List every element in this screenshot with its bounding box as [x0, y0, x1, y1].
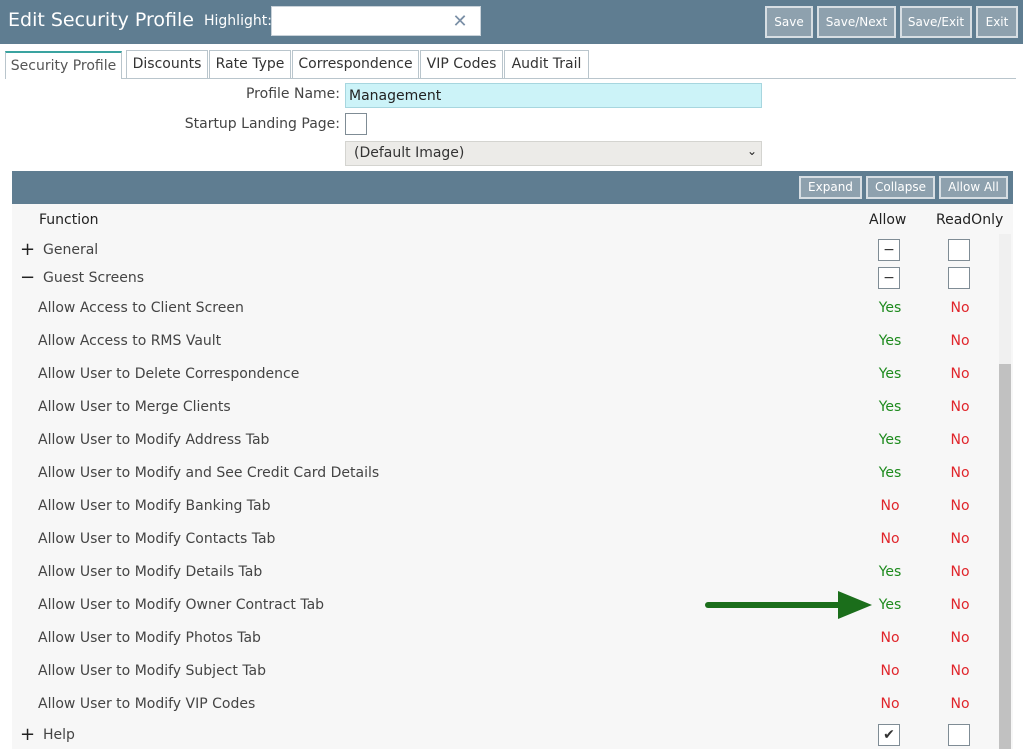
readonly-value[interactable]: No	[940, 590, 980, 620]
allow-value[interactable]: No	[870, 656, 910, 686]
table-row: Allow User to Modify Photos Tab No No	[12, 623, 1000, 653]
startup-landing-checkbox[interactable]	[345, 113, 367, 135]
allow-value[interactable]: Yes	[870, 359, 910, 389]
highlight-label: Highlight:	[204, 13, 272, 29]
table-row: Allow User to Modify VIP Codes No No	[12, 689, 1000, 719]
readonly-value[interactable]: No	[940, 392, 980, 422]
tab-vip-codes[interactable]: VIP Codes	[420, 50, 503, 78]
allow-value[interactable]: Yes	[870, 326, 910, 356]
group-label: Guest Screens	[43, 270, 144, 286]
tab-security-profile[interactable]: Security Profile	[5, 51, 122, 79]
readonly-value[interactable]: No	[940, 359, 980, 389]
col-header-readonly: ReadOnly	[936, 212, 1004, 228]
collapse-icon[interactable]: −	[20, 263, 35, 293]
group-row-guest-screens: − Guest Screens −	[12, 263, 1000, 293]
save-button[interactable]: Save	[765, 6, 813, 38]
col-header-function: Function	[39, 212, 99, 228]
permission-label: Allow User to Modify Address Tab	[38, 432, 270, 448]
readonly-checkbox[interactable]	[948, 724, 970, 746]
readonly-value[interactable]: No	[940, 623, 980, 653]
group-row-general: + General −	[12, 235, 1000, 265]
group-row-help: + Help ✔	[12, 720, 1000, 749]
collapse-button[interactable]: Collapse	[866, 176, 935, 199]
permission-label: Allow User to Modify VIP Codes	[38, 696, 256, 712]
permission-label: Allow User to Modify and See Credit Card…	[38, 465, 380, 481]
tab-correspondence[interactable]: Correspondence	[292, 50, 419, 78]
chevron-down-icon: ⌄	[746, 144, 757, 158]
table-row: Allow User to Modify Banking Tab No No	[12, 491, 1000, 521]
table-row: Allow User to Modify Subject Tab No No	[12, 656, 1000, 686]
allow-checkbox[interactable]: ✔	[878, 724, 900, 746]
permission-label: Allow User to Modify Photos Tab	[38, 630, 261, 646]
allow-value[interactable]: No	[870, 491, 910, 521]
readonly-value[interactable]: No	[940, 656, 980, 686]
allow-checkbox[interactable]: −	[878, 267, 900, 289]
readonly-value[interactable]: No	[940, 458, 980, 488]
allow-all-button[interactable]: Allow All	[939, 176, 1008, 199]
table-row: Allow User to Merge Clients Yes No	[12, 392, 1000, 422]
startup-landing-label: Startup Landing Page:	[184, 116, 340, 132]
col-header-allow: Allow	[869, 212, 907, 228]
title-bar: Edit Security Profile Highlight: ✕ Save …	[0, 0, 1023, 44]
profile-name-label: Profile Name:	[245, 86, 340, 102]
table-row: Allow User to Modify Address Tab Yes No	[12, 425, 1000, 455]
image-select-value: (Default Image)	[354, 145, 465, 161]
permission-label: Allow Access to Client Screen	[38, 300, 244, 316]
permission-label: Allow User to Modify Details Tab	[38, 564, 263, 580]
permission-label: Allow User to Delete Correspondence	[38, 366, 300, 382]
clear-icon[interactable]: ✕	[452, 13, 468, 31]
image-select[interactable]: (Default Image) ⌄	[345, 141, 762, 166]
permission-label: Allow User to Modify Banking Tab	[38, 498, 271, 514]
permission-label: Allow User to Modify Contacts Tab	[38, 531, 276, 547]
table-row: Allow Access to Client Screen Yes No	[12, 293, 1000, 323]
allow-value[interactable]: Yes	[870, 293, 910, 323]
save-exit-button[interactable]: Save/Exit	[900, 6, 972, 38]
table-row: Allow User to Modify Details Tab Yes No	[12, 557, 1000, 587]
readonly-checkbox[interactable]	[948, 239, 970, 261]
readonly-value[interactable]: No	[940, 491, 980, 521]
allow-checkbox[interactable]: −	[878, 239, 900, 261]
allow-value[interactable]: No	[870, 689, 910, 719]
permissions-grid: Function Allow ReadOnly + General − − Gu…	[12, 204, 1013, 749]
allow-value[interactable]: No	[870, 524, 910, 554]
highlight-input[interactable]	[271, 6, 481, 36]
readonly-value[interactable]: No	[940, 524, 980, 554]
readonly-checkbox[interactable]	[948, 267, 970, 289]
group-label: Help	[43, 727, 75, 743]
tab-divider	[122, 78, 1016, 79]
save-next-button[interactable]: Save/Next	[817, 6, 896, 38]
allow-value[interactable]: No	[870, 623, 910, 653]
page-title: Edit Security Profile	[8, 9, 194, 31]
readonly-value[interactable]: No	[940, 293, 980, 323]
scrollbar-thumb[interactable]	[999, 364, 1011, 749]
tab-audit-trail[interactable]: Audit Trail	[504, 50, 589, 78]
exit-button[interactable]: Exit	[976, 6, 1018, 38]
tab-discounts[interactable]: Discounts	[126, 50, 208, 78]
group-label: General	[43, 242, 99, 258]
allow-value[interactable]: Yes	[870, 392, 910, 422]
table-row: Allow User to Delete Correspondence Yes …	[12, 359, 1000, 389]
readonly-value[interactable]: No	[940, 689, 980, 719]
table-row: Allow User to Modify and See Credit Card…	[12, 458, 1000, 488]
permission-label: Allow User to Modify Subject Tab	[38, 663, 267, 679]
allow-value[interactable]: Yes	[870, 557, 910, 587]
readonly-value[interactable]: No	[940, 557, 980, 587]
profile-name-input[interactable]	[345, 83, 762, 108]
allow-value[interactable]: Yes	[870, 425, 910, 455]
tab-rate-type[interactable]: Rate Type	[209, 50, 291, 78]
readonly-value[interactable]: No	[940, 326, 980, 356]
allow-value[interactable]: Yes	[870, 590, 910, 620]
table-row: Allow Access to RMS Vault Yes No	[12, 326, 1000, 356]
expand-icon[interactable]: +	[20, 720, 35, 749]
permission-label: Allow User to Modify Owner Contract Tab	[38, 597, 325, 613]
panel-toolbar: Expand Collapse Allow All	[12, 171, 1013, 204]
readonly-value[interactable]: No	[940, 425, 980, 455]
permission-label: Allow Access to RMS Vault	[38, 333, 222, 349]
arrow-icon	[705, 591, 872, 619]
table-row: Allow User to Modify Contacts Tab No No	[12, 524, 1000, 554]
permission-label: Allow User to Merge Clients	[38, 399, 231, 415]
allow-value[interactable]: Yes	[870, 458, 910, 488]
expand-icon[interactable]: +	[20, 235, 35, 265]
expand-button[interactable]: Expand	[799, 176, 862, 199]
